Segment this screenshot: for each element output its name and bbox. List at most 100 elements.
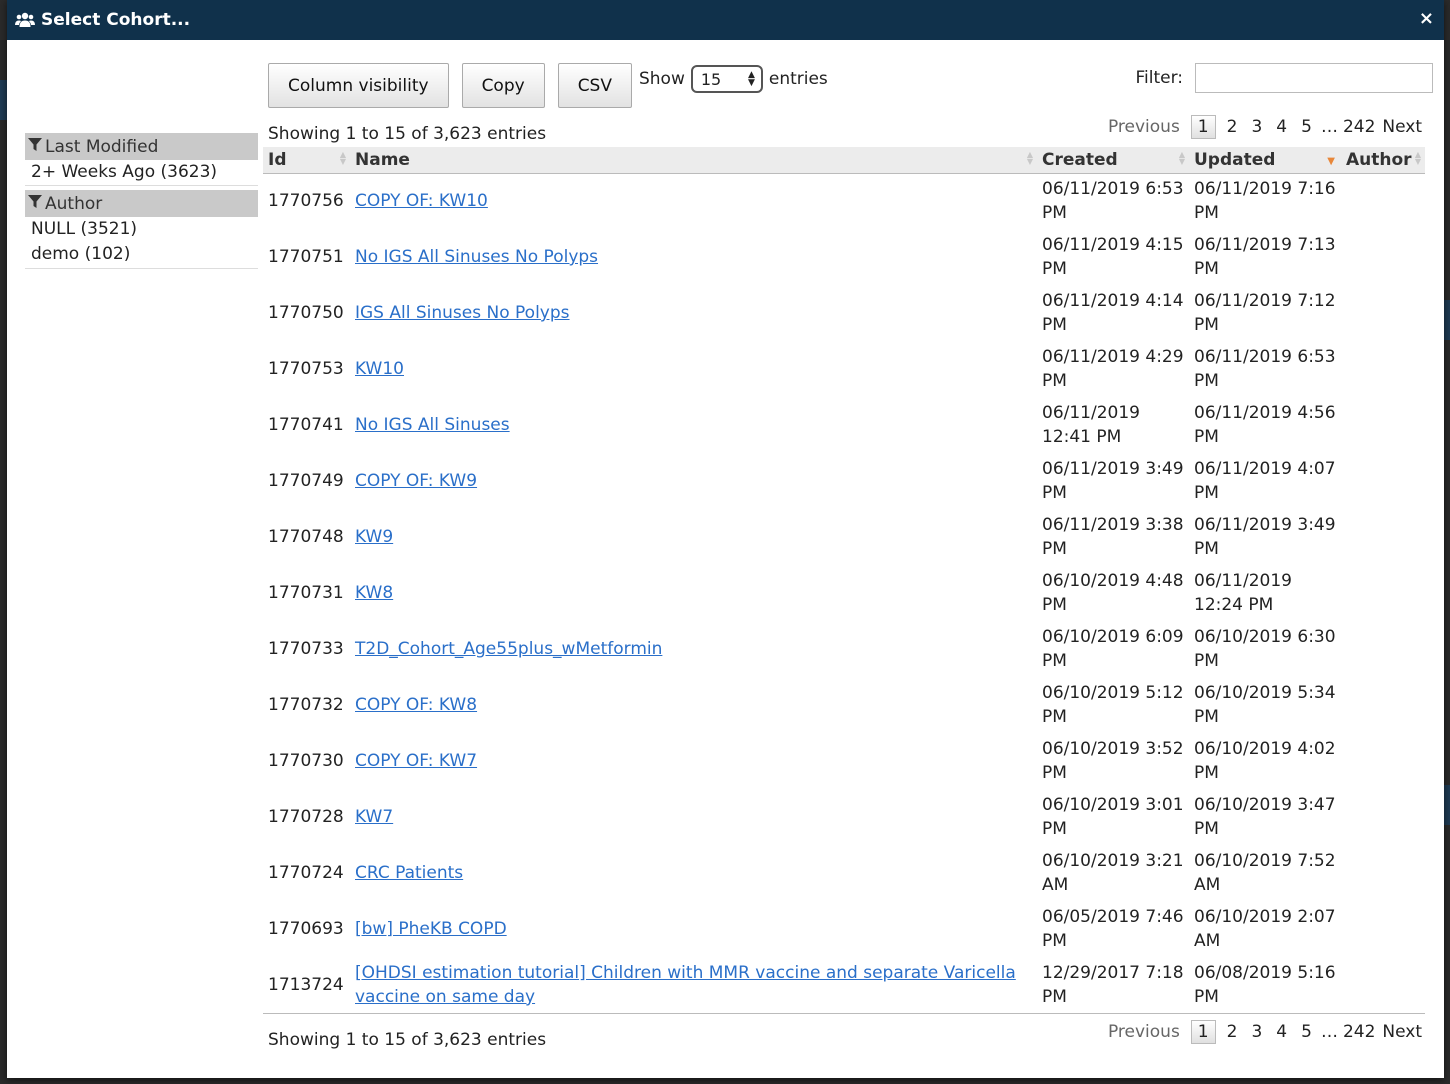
copy-button[interactable]: Copy	[461, 63, 545, 108]
cell-name: [OHDSI estimation tutorial] Children wit…	[350, 957, 1037, 1014]
table-row[interactable]: 1770748 KW9 06/11/2019 3:38 PM 06/11/2019 3…	[263, 509, 1425, 565]
cell-updated: 06/10/2019 7:52 AM	[1194, 851, 1336, 895]
page-button-3[interactable]: 3	[1244, 117, 1269, 137]
table-row[interactable]: 1713724 [OHDSI estimation tutorial] Child…	[263, 957, 1425, 1014]
facet-header[interactable]: Last Modified	[25, 133, 258, 160]
cohort-name-link[interactable]: CRC Patients	[355, 863, 463, 883]
cohort-name-link[interactable]: No IGS All Sinuses No Polyps	[355, 247, 598, 267]
column-header-id[interactable]: Id ▲ ▼	[263, 147, 350, 174]
cell-created: 06/11/2019 3:38 PM	[1042, 515, 1184, 559]
cell-author	[1341, 173, 1425, 229]
cohort-name-link[interactable]: KW7	[355, 807, 393, 827]
table-row[interactable]: 1770750 IGS All Sinuses No Polyps 06/11/20…	[263, 285, 1425, 341]
table-row[interactable]: 1770730 COPY OF: KW7 06/10/2019 3:52 PM 06/…	[263, 733, 1425, 789]
facet-header[interactable]: Author	[25, 190, 258, 217]
page-button-4[interactable]: 4	[1269, 1022, 1294, 1042]
table-row[interactable]: 1770728 KW7 06/10/2019 3:01 PM 06/10/2019 3…	[263, 789, 1425, 845]
column-header-label: Id	[268, 149, 287, 170]
page-button-3[interactable]: 3	[1244, 1022, 1269, 1042]
page-button-2[interactable]: 2	[1220, 117, 1245, 137]
page-button-1[interactable]: 1	[1190, 115, 1216, 139]
cohort-name-link[interactable]: IGS All Sinuses No Polyps	[355, 303, 570, 323]
cell-name: T2D_Cohort_Age55plus_wMetformin	[350, 621, 1037, 677]
cohort-name-link[interactable]: KW8	[355, 583, 393, 603]
csv-button[interactable]: CSV	[557, 63, 632, 108]
table-row[interactable]: 1770753 KW10 06/11/2019 4:29 PM 06/11/2019 …	[263, 341, 1425, 397]
cohort-name-link[interactable]: COPY OF: KW10	[355, 191, 488, 211]
table-row[interactable]: 1770733 T2D_Cohort_Age55plus_wMetformin 06…	[263, 621, 1425, 677]
previous-page-button[interactable]: Previous	[1101, 1022, 1187, 1042]
filter-input[interactable]	[1195, 63, 1433, 93]
table-row[interactable]: 1770741 No IGS All Sinuses 06/11/2019 12:4…	[263, 397, 1425, 453]
page-button-2[interactable]: 2	[1220, 1022, 1245, 1042]
sort-icon: ▲ ▼	[339, 150, 346, 166]
page-button-last[interactable]: 242	[1340, 117, 1382, 137]
previous-page-button[interactable]: Previous	[1101, 117, 1187, 137]
facet-title: Author	[45, 193, 103, 214]
modal-title: Select Cohort...	[41, 10, 191, 30]
table-row[interactable]: 1770724 CRC Patients 06/10/2019 3:21 AM 06/…	[263, 845, 1425, 901]
backdrop-strip	[1444, 785, 1450, 825]
page-button-4[interactable]: 4	[1269, 117, 1294, 137]
cell-name: No IGS All Sinuses	[350, 397, 1037, 453]
cohort-name-link[interactable]: T2D_Cohort_Age55plus_wMetformin	[355, 639, 662, 659]
cohort-name-link[interactable]: COPY OF: KW8	[355, 695, 477, 715]
cell-id: 1770728	[268, 807, 344, 827]
column-header-updated[interactable]: Updated ▼	[1189, 147, 1341, 174]
table-row[interactable]: 1770693 [bw] PheKB COPD 06/05/2019 7:46 PM…	[263, 901, 1425, 957]
close-icon[interactable]: ×	[1419, 8, 1434, 29]
cell-created: 06/10/2019 4:48 PM	[1042, 571, 1184, 615]
entries-label: entries	[768, 69, 828, 89]
column-visibility-button[interactable]: Column visibility	[268, 63, 449, 108]
cohort-name-link[interactable]: [OHDSI estimation tutorial] Children wit…	[355, 963, 1016, 1007]
cell-updated: 06/11/2019 12:24 PM	[1194, 571, 1292, 615]
filter-icon	[28, 194, 42, 214]
facet-item[interactable]: NULL (3521)	[25, 217, 258, 242]
cell-id: 1770741	[268, 415, 344, 435]
page-button-1[interactable]: 1	[1190, 1020, 1216, 1044]
table-toolbar: Column visibility Copy CSV Show 15 ▲ ▼ en…	[268, 63, 828, 108]
page-size-select[interactable]: 15 ▲ ▼	[690, 65, 763, 93]
column-header-created[interactable]: Created ▲ ▼	[1037, 147, 1189, 174]
cell-created: 12/29/2017 7:18 PM	[1037, 957, 1189, 1014]
facet-item[interactable]: demo (102)	[25, 242, 258, 268]
table-row[interactable]: 1770731 KW8 06/10/2019 4:48 PM 06/11/2019 1…	[263, 565, 1425, 621]
select-cohort-modal: Select Cohort... × Last Modified 2+ Week…	[7, 0, 1444, 1078]
facet-item[interactable]: 2+ Weeks Ago (3623)	[25, 160, 258, 185]
column-header-author[interactable]: Author ▲ ▼	[1341, 147, 1425, 174]
cell-author	[1341, 957, 1425, 1014]
cell-author	[1341, 229, 1425, 285]
cohort-name-link[interactable]: COPY OF: KW7	[355, 751, 477, 771]
next-page-button[interactable]: Next	[1382, 117, 1429, 137]
cell-updated: 06/11/2019 4:56 PM	[1194, 403, 1336, 447]
page-button-5[interactable]: 5	[1294, 117, 1319, 137]
table-info: Showing 1 to 15 of 3,623 entries	[268, 124, 547, 144]
facet-author: Author NULL (3521) demo (102)	[25, 190, 258, 269]
table-header-row: Id ▲ ▼ Name ▲ ▼ Created ▲ ▼ Updated ▼ Author ▲ ▼	[263, 147, 1425, 174]
column-header-name[interactable]: Name ▲ ▼	[350, 147, 1037, 174]
table-row[interactable]: 1770751 No IGS All Sinuses No Polyps 06/11…	[263, 229, 1425, 285]
cell-created: 06/11/2019 3:49 PM	[1042, 459, 1184, 503]
pagination-ellipsis: …	[1320, 117, 1338, 137]
cohort-name-link[interactable]: [bw] PheKB COPD	[355, 919, 507, 939]
cell-updated: 06/10/2019 2:07 AM	[1194, 907, 1336, 951]
cell-author	[1341, 341, 1425, 397]
cohort-name-link[interactable]: KW10	[355, 359, 404, 379]
cohort-name-link[interactable]: COPY OF: KW9	[355, 471, 477, 491]
page-button-5[interactable]: 5	[1294, 1022, 1319, 1042]
next-page-button[interactable]: Next	[1382, 1022, 1429, 1042]
cell-created: 06/10/2019 6:09 PM	[1042, 627, 1184, 671]
facet-last-modified: Last Modified 2+ Weeks Ago (3623)	[25, 133, 258, 186]
table-row[interactable]: 1770732 COPY OF: KW8 06/10/2019 5:12 PM 06/…	[263, 677, 1425, 733]
cell-id: 1770750	[268, 303, 344, 323]
cell-updated: 06/11/2019 4:07 PM	[1194, 459, 1336, 503]
backdrop-strip	[1444, 300, 1450, 340]
table-row[interactable]: 1770749 COPY OF: KW9 06/11/2019 3:49 PM 06/…	[263, 453, 1425, 509]
cohort-table: Id ▲ ▼ Name ▲ ▼ Created ▲ ▼ Updated ▼ Author ▲ ▼ …	[263, 147, 1425, 1014]
stepper-icon: ▲ ▼	[747, 70, 755, 88]
cell-author	[1341, 565, 1425, 621]
page-button-last[interactable]: 242	[1340, 1022, 1382, 1042]
cohort-name-link[interactable]: KW9	[355, 527, 393, 547]
table-row[interactable]: 1770756 COPY OF: KW10 06/11/2019 6:53 PM 06…	[263, 173, 1425, 229]
cohort-name-link[interactable]: No IGS All Sinuses	[355, 415, 510, 435]
